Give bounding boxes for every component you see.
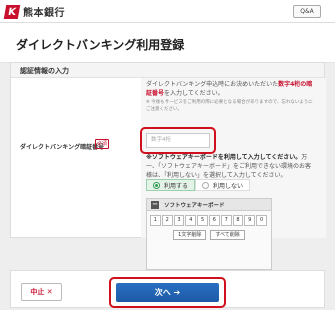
field-description: ダイレクトバンキング申込時にお決めいただいた数字4桁の暗証番号を入力してください… <box>146 80 314 98</box>
required-badge: 必須 <box>95 139 109 149</box>
radio-use-label: 利用する <box>164 182 189 190</box>
logo-mark-icon: K <box>3 4 21 19</box>
key-2[interactable]: 2 <box>161 215 173 226</box>
key-3[interactable]: 3 <box>173 215 185 226</box>
radio-selected-icon <box>153 181 160 189</box>
keyboard-actions: 1文字削除 すべて削除 <box>147 228 271 240</box>
key-9[interactable]: 9 <box>244 215 256 226</box>
key-6[interactable]: 6 <box>208 215 220 226</box>
field-label: ダイレクトバンキング暗証番号 <box>20 144 105 151</box>
bank-logo: K 熊本銀行 <box>3 4 65 19</box>
delete-one-button[interactable]: 1文字削除 <box>173 230 207 240</box>
software-keyboard-notice-bold: ※ソフトウェアキーボードを利用して入力してください。 <box>146 154 302 161</box>
next-button[interactable]: 次へ ➔ <box>116 283 219 302</box>
delete-all-button[interactable]: すべて削除 <box>210 230 245 240</box>
collapse-icon[interactable]: − <box>151 200 159 209</box>
section-title: 認証情報の入力 <box>11 63 324 78</box>
software-keyboard-title: ソフトウェアキーボード <box>164 202 225 209</box>
pin-input[interactable]: 数字4桁 <box>146 133 210 148</box>
page-title: ダイレクトバンキング利用登録 <box>16 38 185 52</box>
radio-no-use-label: 利用しない <box>213 182 244 190</box>
qa-button[interactable]: Q&A <box>293 5 321 18</box>
cancel-button[interactable]: 中止 ✕ <box>21 283 62 301</box>
key-5[interactable]: 5 <box>197 215 208 226</box>
software-keyboard-header: − ソフトウェアキーボード <box>147 199 271 211</box>
key-7[interactable]: 7 <box>220 215 232 226</box>
key-1[interactable]: 1 <box>150 215 161 226</box>
logo-text: 熊本銀行 <box>23 8 65 19</box>
radio-unselected-icon <box>202 181 210 189</box>
key-8[interactable]: 8 <box>232 215 244 226</box>
header-bar: K 熊本銀行 Q&A <box>0 0 335 23</box>
radio-use[interactable]: 利用する <box>146 179 196 191</box>
keypad: 1 2 3 4 5 6 7 8 9 0 <box>147 211 271 228</box>
software-keyboard-notice: ※ソフトウェアキーボードを利用して入力してください。万一、「ソフトウェアキーボー… <box>146 153 316 180</box>
description-text-1: ダイレクトバンキング申込時にお決めいただいた <box>146 81 279 88</box>
keyboard-radio-group: 利用する 利用しない <box>146 179 251 191</box>
description-text-2: を入力してください。 <box>164 90 224 97</box>
title-bar: ダイレクトバンキング利用登録 <box>0 23 335 63</box>
key-0[interactable]: 0 <box>256 215 267 226</box>
radio-no-use[interactable]: 利用しない <box>195 179 251 191</box>
software-keyboard: − ソフトウェアキーボード 1 2 3 4 5 6 7 8 9 0 1文字削除 … <box>146 198 272 270</box>
field-note: ※ 今後もサービスをご利用の際に必要となる場合がありますので、忘れないようにご注… <box>146 100 313 112</box>
key-4[interactable]: 4 <box>185 215 197 226</box>
